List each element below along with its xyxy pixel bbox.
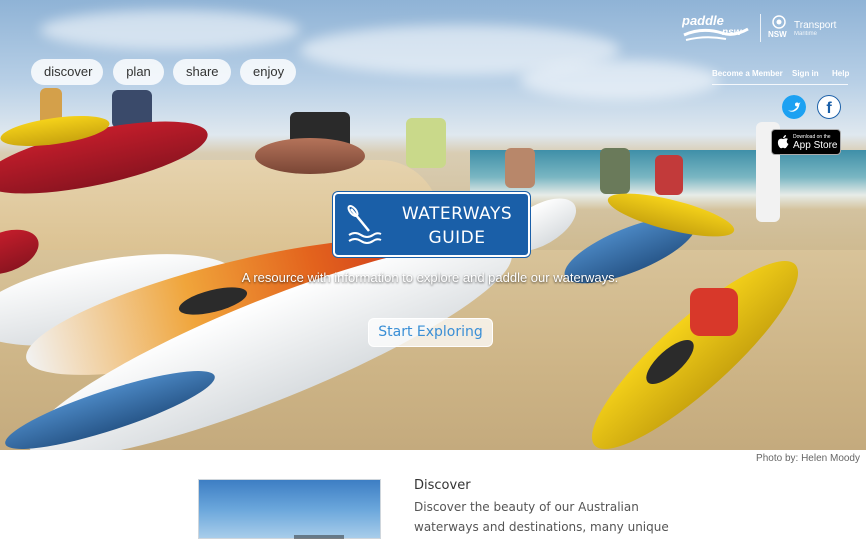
transport-nsw-logo[interactable]: NSW Transport Maritime (768, 14, 848, 42)
photo-credit: Photo by: Helen Moody (756, 453, 860, 464)
nav-plan[interactable]: plan (113, 59, 164, 85)
signin-link[interactable]: Sign in (792, 69, 819, 81)
twitter-button[interactable] (782, 95, 806, 119)
twitter-icon (782, 95, 806, 119)
become-member-link[interactable]: Become a Member (712, 69, 783, 81)
person (406, 118, 446, 168)
badge-title-line1: WATERWAYS (401, 204, 513, 224)
badge-title-line2: GUIDE (428, 228, 486, 248)
hero-tagline: A resource with information to explore a… (241, 270, 619, 285)
paddle-nsw-logo-icon: paddle nsw (681, 13, 749, 41)
sky-cloud (40, 10, 300, 50)
help-link[interactable]: Help (832, 69, 849, 81)
svg-text:nsw: nsw (722, 27, 743, 38)
facebook-icon: f (817, 95, 841, 119)
section-title: Discover (414, 478, 471, 493)
top-links-divider (712, 84, 848, 85)
paddle-nsw-logo[interactable]: paddle nsw (681, 13, 750, 43)
nav-discover[interactable]: discover (31, 59, 103, 85)
facebook-button[interactable]: f (817, 95, 841, 119)
waratah-icon (772, 15, 786, 29)
person (505, 148, 535, 188)
discover-thumbnail[interactable] (198, 479, 381, 539)
paddle-waves-icon (347, 205, 382, 244)
sky-cloud (520, 60, 720, 100)
start-exploring-button[interactable]: Start Exploring (368, 318, 493, 347)
svg-text:paddle: paddle (682, 13, 724, 28)
app-store-badge[interactable]: Download on the App Store (771, 129, 841, 155)
person (600, 148, 630, 194)
logo-separator (760, 14, 761, 42)
person (655, 155, 683, 195)
tfnsw-state: NSW (768, 30, 787, 39)
tfnsw-sub: Maritime (794, 31, 818, 37)
kayak-brown (255, 138, 365, 174)
section-body: Discover the beauty of our Australian wa… (414, 500, 669, 534)
waterways-guide-badge: WATERWAYS GUIDE (333, 192, 530, 257)
thumbnail-horizon (294, 535, 344, 539)
svg-text:f: f (826, 100, 832, 117)
nav-enjoy[interactable]: enjoy (240, 59, 296, 85)
tfnsw-title: Transport (794, 20, 837, 31)
app-store-text: App Store (793, 140, 838, 151)
life-jacket (690, 288, 738, 336)
nav-share[interactable]: share (173, 59, 231, 85)
apple-icon (777, 135, 789, 149)
